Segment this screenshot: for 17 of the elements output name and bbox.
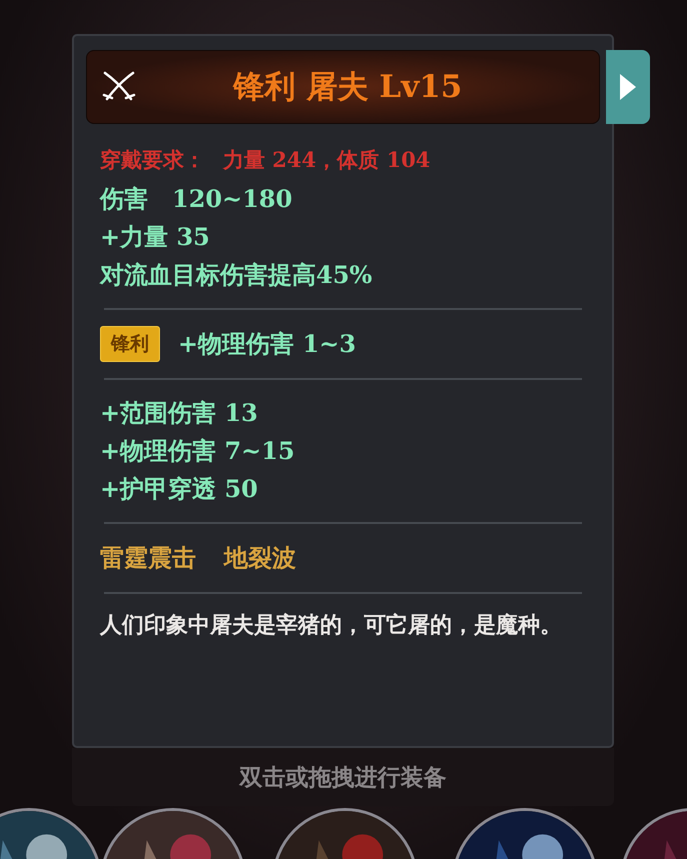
play-icon (618, 72, 638, 102)
stat-line: +力量 35 (100, 222, 210, 251)
item-description: 人们印象中屠夫是宰猪的，可它屠的，是魔种。 (100, 611, 563, 640)
stat-line: 伤害 120~180 (100, 184, 292, 213)
stat-line: +物理伤害 7~15 (100, 436, 295, 465)
stat-line: +护甲穿透 50 (100, 474, 258, 503)
affix-tag: 锋利 (100, 326, 160, 362)
skill-name: 地裂波 (224, 542, 296, 574)
item-title: 锋利 屠夫 Lv15 (232, 68, 464, 107)
stat-line: 对流血目标伤害提高45% (100, 260, 372, 289)
requirement-value: 力量 244，体质 104 (223, 146, 430, 174)
affix-stat: +物理伤害 1~3 (178, 328, 356, 360)
skill-name: 雷霆震击 (100, 542, 196, 574)
next-button[interactable] (606, 50, 650, 124)
equip-hint: 双击或拖拽进行装备 (240, 762, 446, 792)
stat-line: +范围伤害 13 (100, 398, 258, 427)
requirement-label: 穿戴要求： (100, 146, 205, 174)
